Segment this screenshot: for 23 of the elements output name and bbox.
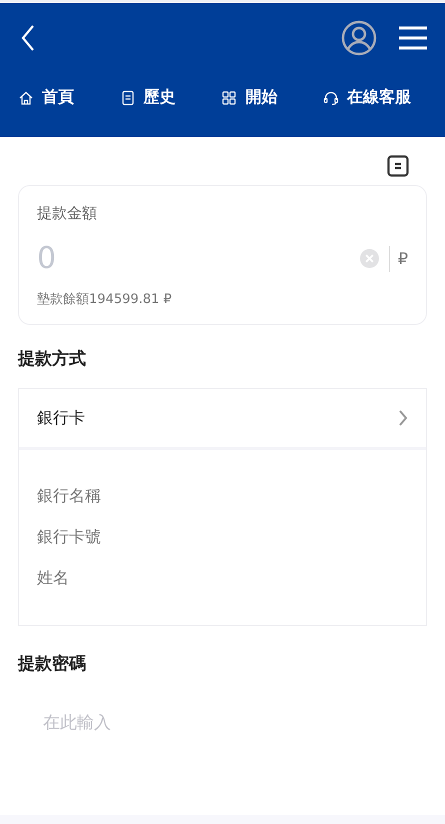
headset-icon (322, 90, 339, 106)
menu-icon[interactable] (399, 25, 427, 51)
document-icon (120, 90, 136, 106)
field-label: 銀行卡號 (37, 527, 102, 548)
home-icon (18, 90, 34, 106)
record-icon[interactable] (387, 155, 409, 177)
currency-symbol: ₽ (398, 249, 408, 268)
field-label: 姓名 (37, 568, 70, 589)
balance-text: 墊款餘額194599.81 ₽ (37, 291, 173, 308)
nav-tab[interactable]: 開始 (221, 87, 278, 108)
nav-tab[interactable]: 首頁 (18, 87, 74, 108)
field-label: 銀行名稱 (37, 486, 102, 507)
amount-input[interactable]: 0 (37, 241, 360, 276)
nav-tab[interactable]: 在線客服 (322, 87, 411, 108)
profile-icon[interactable] (341, 20, 377, 56)
amount-label: 提款金額 (37, 204, 98, 223)
back-button[interactable] (20, 24, 36, 52)
section-title: 提款密碼 (18, 653, 87, 675)
section-title: 提款方式 (18, 348, 87, 370)
chevron-icon (398, 410, 408, 426)
grid-icon (221, 90, 238, 106)
nav-tab[interactable]: 歷史 (120, 87, 176, 108)
password-input[interactable]: 在此輸入 (18, 703, 427, 743)
